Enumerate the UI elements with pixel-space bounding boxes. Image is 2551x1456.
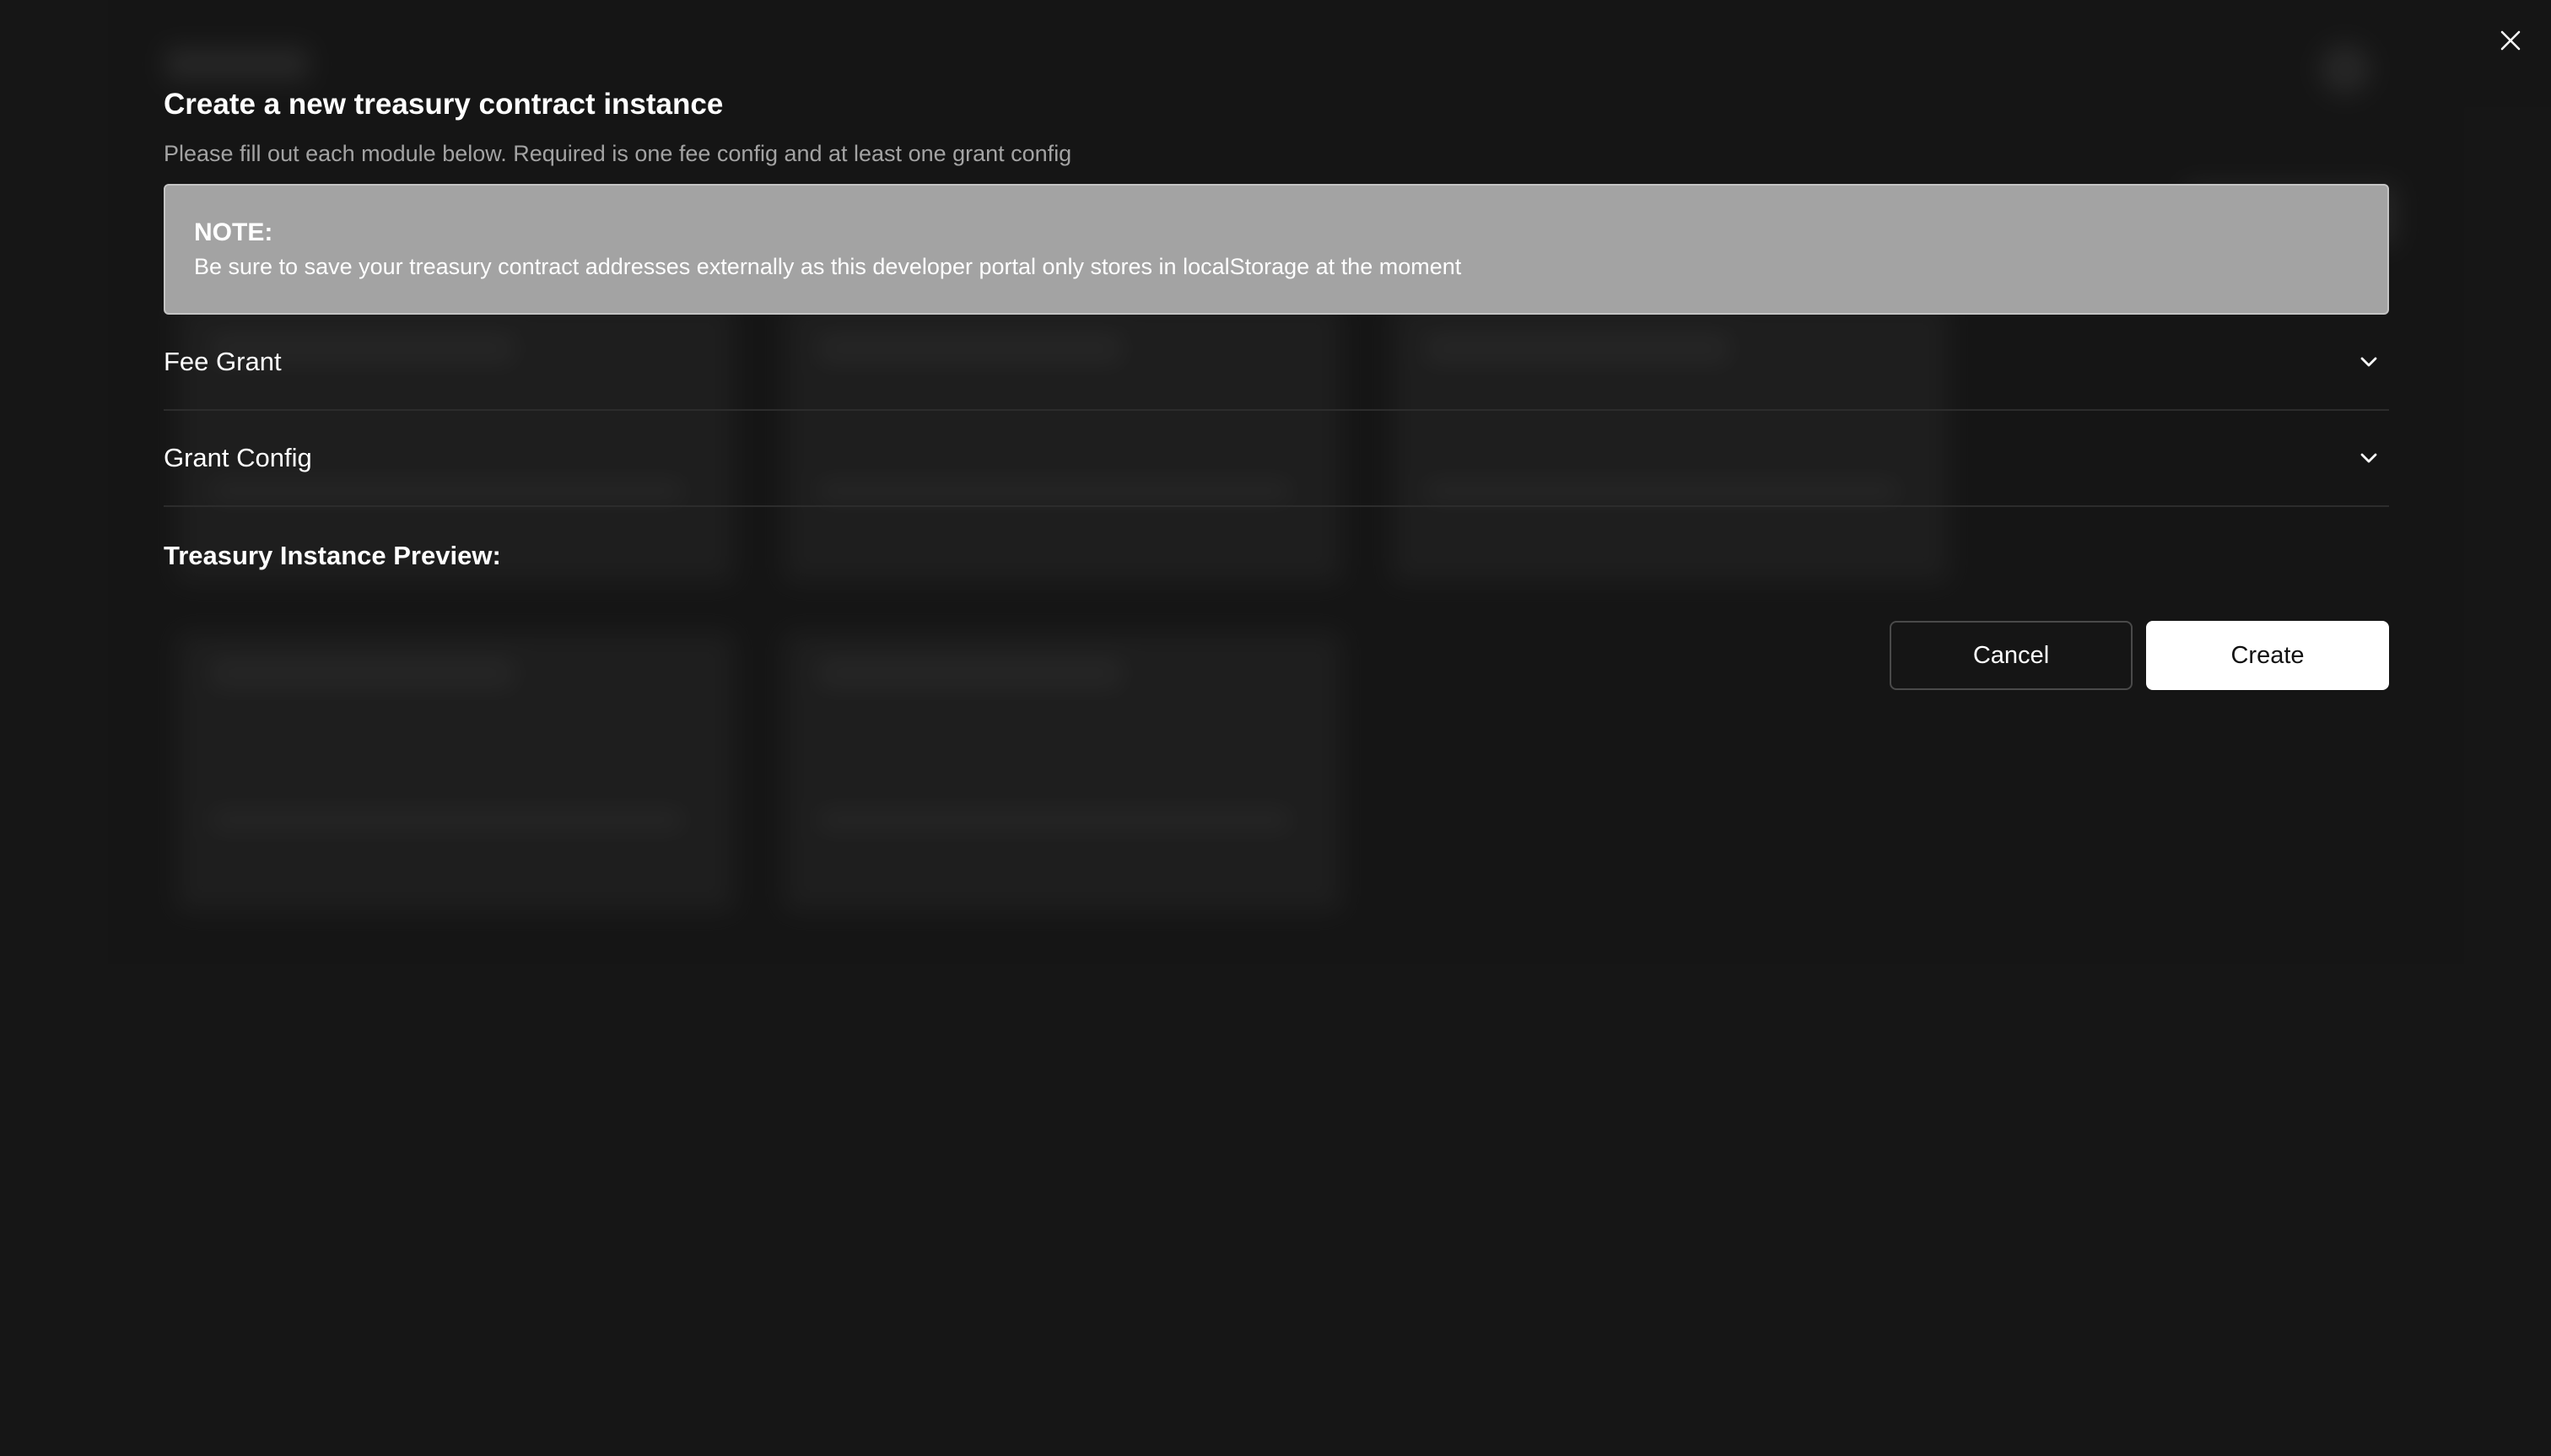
preview-heading: Treasury Instance Preview: [164,541,501,570]
chevron-down-icon [2352,345,2386,379]
note-banner: NOTE: Be sure to save your treasury cont… [164,184,2389,315]
create-treasury-modal: Create a new treasury contract instance … [164,81,2389,690]
modal-actions: Cancel Create [1890,621,2389,690]
cancel-button[interactable]: Cancel [1890,621,2133,690]
app-viewport: Create a new treasury contract instance … [0,0,2551,1456]
create-button[interactable]: Create [2146,621,2389,690]
accordion-label-grant-config: Grant Config [164,443,312,472]
note-body: Be sure to save your treasury contract a… [194,254,1462,279]
note-title: NOTE: [194,218,273,246]
modal-subtitle: Please fill out each module below. Requi… [164,141,1072,166]
accordion-grant-config[interactable]: Grant Config [164,411,2389,507]
close-icon [2500,30,2521,51]
modal-title: Create a new treasury contract instance [164,88,724,121]
accordion-label-fee-grant: Fee Grant [164,347,282,376]
close-button[interactable] [2494,24,2527,57]
accordion-fee-grant[interactable]: Fee Grant [164,315,2389,411]
chevron-down-icon [2352,441,2386,475]
